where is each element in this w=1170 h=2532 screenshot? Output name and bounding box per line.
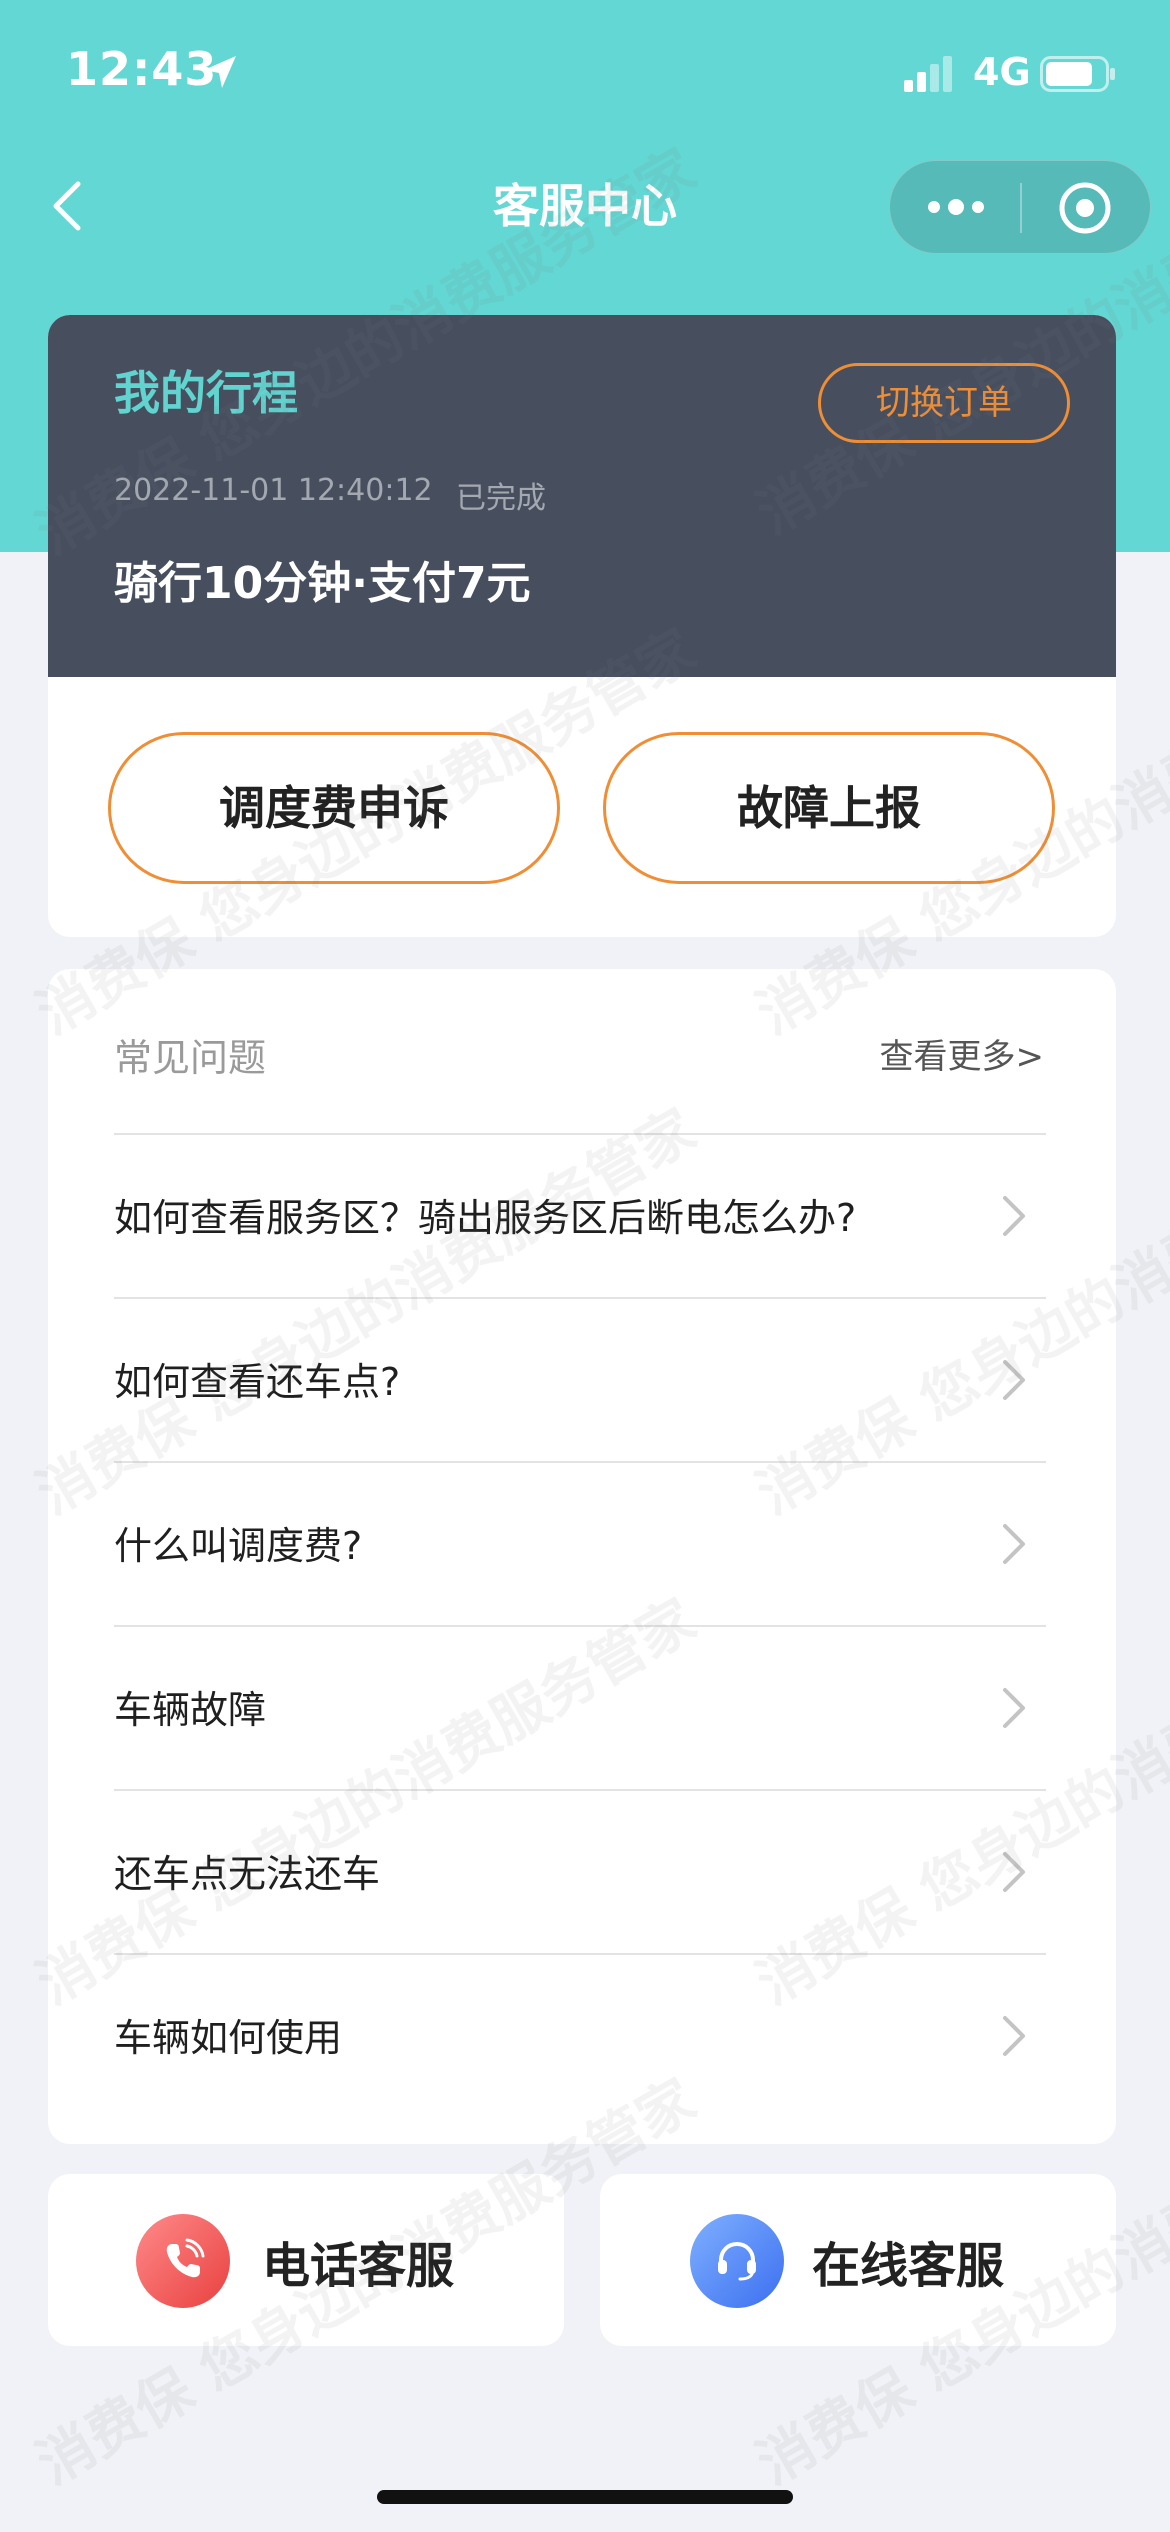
- location-arrow-icon: [204, 56, 236, 88]
- status-time: 12:43: [66, 42, 218, 96]
- status-bar: 12:43 4G: [0, 0, 1170, 150]
- online-service-button[interactable]: 在线客服: [600, 2174, 1116, 2346]
- headset-icon: [690, 2214, 784, 2308]
- dispatch-fee-appeal-button[interactable]: 调度费申诉: [108, 732, 560, 884]
- faq-list: 如何查看服务区？骑出服务区后断电怎么办? 如何查看还车点? 什么叫调度费? 车辆…: [114, 1133, 1046, 2113]
- chevron-right-icon: [1003, 1360, 1025, 1400]
- miniprogram-capsule: [889, 160, 1151, 254]
- phone-service-label: 电话客服: [262, 2238, 455, 2294]
- close-target-icon[interactable]: [1056, 179, 1114, 237]
- capsule-divider: [1020, 183, 1022, 233]
- faq-item[interactable]: 车辆如何使用: [114, 1953, 1046, 2113]
- phone-service-button[interactable]: 电话客服: [48, 2174, 564, 2346]
- back-arrow-icon[interactable]: [44, 176, 94, 236]
- faq-item[interactable]: 车辆故障: [114, 1625, 1046, 1789]
- online-service-label: 在线客服: [812, 2238, 1005, 2294]
- faq-item[interactable]: 如何查看服务区？骑出服务区后断电怎么办?: [114, 1133, 1046, 1297]
- battery-icon: [1040, 56, 1115, 92]
- chevron-right-icon: [1003, 1852, 1025, 1892]
- chevron-right-icon: [1003, 1524, 1025, 1564]
- faq-item-text: 如何查看还车点?: [114, 1360, 401, 1404]
- trip-header: 我的行程 切换订单 2022-11-01 12:40:12 已完成 骑行10分钟…: [48, 315, 1116, 677]
- faq-item-text: 什么叫调度费?: [114, 1524, 363, 1568]
- cellular-signal-icon: [904, 56, 952, 92]
- trip-summary: 骑行10分钟·支付7元: [114, 558, 531, 609]
- trip-datetime: 2022-11-01 12:40:12: [114, 473, 433, 508]
- faq-title: 常见问题: [114, 1036, 267, 1080]
- network-type: 4G: [973, 50, 1031, 94]
- home-indicator: [377, 2490, 793, 2504]
- trip-card: 我的行程 切换订单 2022-11-01 12:40:12 已完成 骑行10分钟…: [48, 315, 1116, 937]
- faq-item[interactable]: 什么叫调度费?: [114, 1461, 1046, 1625]
- chevron-right-icon: [1003, 2016, 1025, 2056]
- fault-report-button[interactable]: 故障上报: [603, 732, 1055, 884]
- chevron-right-icon: [1003, 1688, 1025, 1728]
- faq-item[interactable]: 还车点无法还车: [114, 1789, 1046, 1953]
- faq-item-text: 还车点无法还车: [114, 1852, 381, 1896]
- trip-title: 我的行程: [114, 366, 298, 420]
- page-title: 客服中心: [493, 179, 677, 233]
- chevron-right-icon: [1003, 1196, 1025, 1236]
- phone-icon: [136, 2214, 230, 2308]
- faq-more-link[interactable]: 查看更多>: [880, 1029, 1045, 1078]
- more-dots-icon[interactable]: [926, 189, 986, 225]
- faq-card: 常见问题 查看更多> 如何查看服务区？骑出服务区后断电怎么办? 如何查看还车点?…: [48, 969, 1116, 2144]
- faq-item-text: 车辆故障: [114, 1688, 267, 1732]
- faq-item-text: 车辆如何使用: [114, 2016, 343, 2060]
- switch-order-button[interactable]: 切换订单: [818, 363, 1070, 443]
- trip-status: 已完成: [456, 481, 546, 516]
- faq-item-text: 如何查看服务区？骑出服务区后断电怎么办?: [114, 1196, 857, 1240]
- faq-item[interactable]: 如何查看还车点?: [114, 1297, 1046, 1461]
